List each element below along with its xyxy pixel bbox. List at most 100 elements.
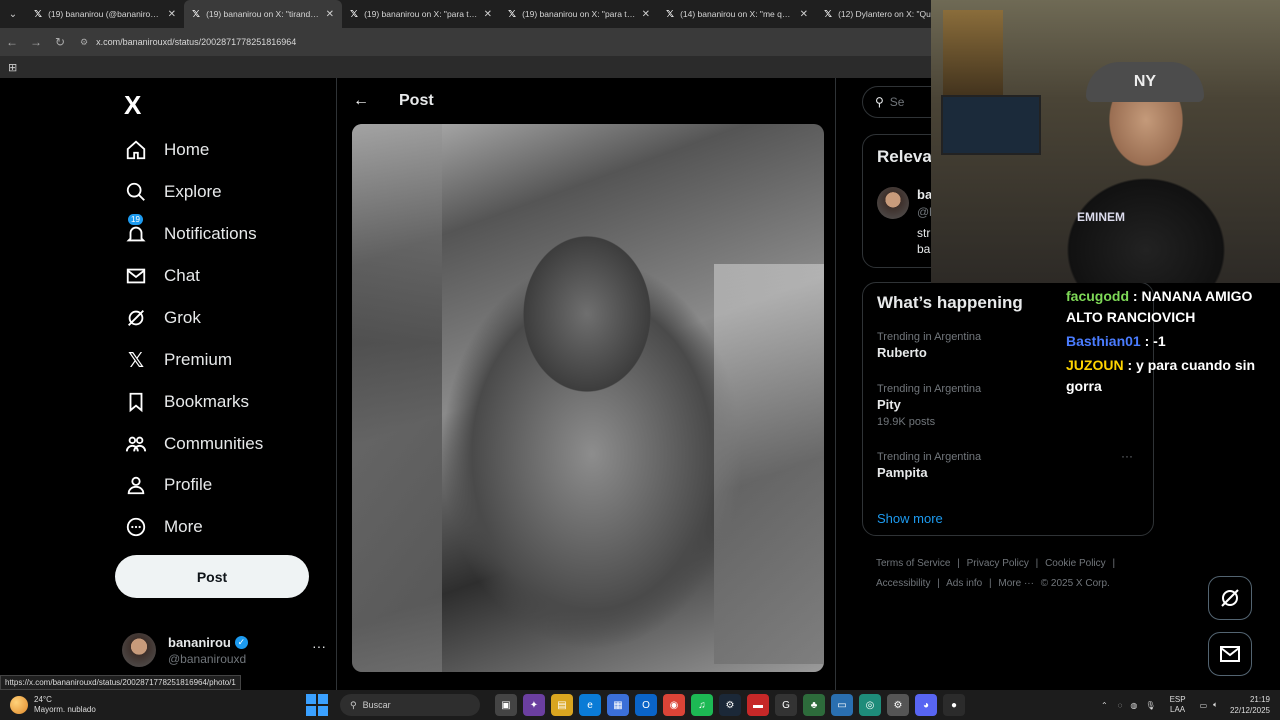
edge-icon[interactable]: e bbox=[579, 694, 601, 716]
nav-home[interactable]: Home bbox=[124, 130, 209, 170]
close-tab-icon[interactable]: ✕ bbox=[484, 9, 492, 20]
nav-explore[interactable]: Explore bbox=[124, 172, 222, 212]
url-field[interactable]: ⚙ x.com/bananirouxd/status/20028717782518… bbox=[80, 37, 296, 48]
outlook-icon[interactable]: O bbox=[635, 694, 657, 716]
weather-desc: Mayorm. nublado bbox=[34, 705, 96, 714]
copyright-text: © 2025 X Corp. bbox=[1040, 578, 1110, 589]
footer-separator: | bbox=[957, 558, 960, 569]
windows-start-icon[interactable] bbox=[306, 694, 328, 716]
close-tab-icon[interactable]: ✕ bbox=[326, 9, 334, 20]
nav-grok-label: Grok bbox=[164, 308, 201, 327]
taskbar-search-label: Buscar bbox=[362, 700, 391, 710]
app-icon[interactable]: ◎ bbox=[859, 694, 881, 716]
grok-fab-icon[interactable] bbox=[1208, 576, 1252, 620]
footer-link[interactable]: Cookie Policy bbox=[1045, 558, 1106, 569]
app-icon[interactable]: ▭ bbox=[831, 694, 853, 716]
footer-link[interactable]: More ··· bbox=[998, 578, 1034, 589]
x-logo[interactable]: X bbox=[124, 90, 141, 121]
avatar[interactable] bbox=[877, 187, 909, 219]
tab-title: (19) bananirou on X: "tirando una bbox=[206, 9, 320, 19]
x-favicon-icon: 𝕏 bbox=[508, 8, 517, 20]
post-button[interactable]: Post bbox=[115, 555, 309, 598]
apps-grid-icon[interactable]: ⊞ bbox=[8, 61, 17, 74]
account-switcher[interactable]: bananirou ✓ @bananirouxd ··· bbox=[122, 630, 326, 670]
arrow-left-icon[interactable]: ← bbox=[353, 92, 369, 110]
network-icon[interactable]: ▭ bbox=[1200, 701, 1208, 710]
happening-title: What’s happening bbox=[877, 293, 1023, 312]
chrome-icon[interactable]: ◉ bbox=[663, 694, 685, 716]
search-icon bbox=[124, 180, 148, 204]
x-icon: 𝕏 bbox=[127, 349, 145, 372]
close-tab-icon[interactable]: ✕ bbox=[168, 9, 176, 20]
browser-tab-active[interactable]: 𝕏 (19) bananirou on X: "tirando una ✕ bbox=[184, 0, 342, 28]
tray-app-icon[interactable]: ◌ bbox=[1118, 701, 1123, 710]
close-tab-icon[interactable]: ✕ bbox=[800, 9, 808, 20]
nav-profile[interactable]: Profile bbox=[124, 465, 212, 505]
footer-link[interactable]: Privacy Policy bbox=[967, 558, 1029, 569]
show-more-link[interactable]: Show more bbox=[877, 511, 943, 526]
tab-title: (14) bananirou on X: "me qued bbox=[680, 9, 794, 19]
spotify-icon[interactable]: ♫ bbox=[691, 694, 713, 716]
messages-fab-icon[interactable] bbox=[1208, 632, 1252, 676]
bell-icon: 19 bbox=[124, 214, 148, 246]
back-nav-icon[interactable]: ← bbox=[0, 35, 24, 49]
nav-more[interactable]: More bbox=[124, 507, 203, 547]
nav-chat[interactable]: Chat bbox=[124, 256, 200, 296]
page-title: Post bbox=[399, 92, 434, 109]
nav-grok[interactable]: Grok bbox=[124, 298, 201, 338]
weather-icon bbox=[10, 696, 28, 714]
footer-separator: | bbox=[937, 578, 940, 589]
weather-widget[interactable]: 24°C Mayorm. nublado bbox=[0, 695, 300, 715]
tray-app-icon[interactable]: ◍ bbox=[1130, 701, 1137, 710]
relevant-bio-line: str bbox=[917, 226, 931, 240]
chat-username: Basthian01 bbox=[1066, 333, 1141, 349]
mail-icon bbox=[124, 264, 148, 288]
file-explorer-icon[interactable]: ▤ bbox=[551, 694, 573, 716]
app-icon[interactable]: ▬ bbox=[747, 694, 769, 716]
nav-communities[interactable]: Communities bbox=[124, 424, 263, 464]
taskbar-search-input[interactable]: ⚲ Buscar bbox=[340, 694, 480, 716]
clock[interactable]: 21:19 22/12/2025 bbox=[1230, 694, 1270, 716]
url-text: x.com/bananirouxd/status/200287177825181… bbox=[96, 36, 297, 47]
browser-tab[interactable]: 𝕏 (19) bananirou on X: "para todo ✕ bbox=[342, 0, 500, 28]
x-favicon-icon: 𝕏 bbox=[350, 8, 359, 20]
chat-message: facugodd : NANANA AMIGO ALTO RANCIOVICH bbox=[1066, 286, 1272, 328]
app-icon[interactable]: G bbox=[775, 694, 797, 716]
bookmark-icon bbox=[124, 390, 148, 414]
task-view-icon[interactable]: ▣ bbox=[495, 694, 517, 716]
footer-link[interactable]: Ads info bbox=[946, 578, 982, 589]
trend-more-icon[interactable]: ··· bbox=[1121, 449, 1133, 463]
nav-bookmarks[interactable]: Bookmarks bbox=[124, 382, 249, 422]
obs-icon[interactable]: ● bbox=[943, 694, 965, 716]
forward-nav-icon[interactable]: → bbox=[24, 35, 48, 49]
reload-icon[interactable]: ↻ bbox=[48, 35, 72, 49]
browser-tab[interactable]: 𝕏 (19) bananirou (@bananirouxd) / X ✕ bbox=[26, 0, 184, 28]
browser-tab[interactable]: 𝕏 (19) bananirou on X: "para todo ✕ bbox=[500, 0, 658, 28]
chevron-up-icon[interactable]: ⌃ bbox=[1101, 701, 1108, 710]
discord-icon[interactable]: ◕ bbox=[915, 694, 937, 716]
footer-link[interactable]: Terms of Service bbox=[876, 558, 950, 569]
trend-item[interactable]: Trending in Argentina Pampita ··· bbox=[877, 449, 1139, 480]
x-favicon-icon: 𝕏 bbox=[824, 8, 833, 20]
footer-link[interactable]: Accessibility bbox=[876, 578, 930, 589]
nav-notifications[interactable]: 19 Notifications bbox=[124, 214, 257, 254]
post-photo[interactable] bbox=[352, 124, 824, 672]
settings-icon[interactable]: ⚙ bbox=[887, 694, 909, 716]
browser-tab[interactable]: 𝕏 (14) bananirou on X: "me qued ✕ bbox=[658, 0, 816, 28]
nav-chat-label: Chat bbox=[164, 266, 200, 285]
account-more-icon[interactable]: ··· bbox=[312, 638, 326, 654]
copilot-icon[interactable]: ✦ bbox=[523, 694, 545, 716]
language-indicator[interactable]: ESP LAA bbox=[1170, 695, 1186, 715]
close-tab-icon[interactable]: ✕ bbox=[642, 9, 650, 20]
site-info-icon[interactable]: ⚙ bbox=[80, 37, 88, 47]
volume-icon[interactable]: 🔈︎ bbox=[1213, 700, 1218, 710]
nav-premium[interactable]: 𝕏 Premium bbox=[124, 340, 232, 380]
relevant-name[interactable]: ba bbox=[917, 187, 932, 202]
steam-icon[interactable]: ⚙ bbox=[719, 694, 741, 716]
tab-search-icon[interactable]: ⌄ bbox=[0, 0, 26, 28]
chat-separator: : bbox=[1123, 357, 1137, 373]
store-icon[interactable]: ▦ bbox=[607, 694, 629, 716]
microphone-icon[interactable]: 🎙︎ bbox=[1145, 701, 1155, 710]
app-icon[interactable]: ♣ bbox=[803, 694, 825, 716]
home-icon bbox=[124, 138, 148, 162]
